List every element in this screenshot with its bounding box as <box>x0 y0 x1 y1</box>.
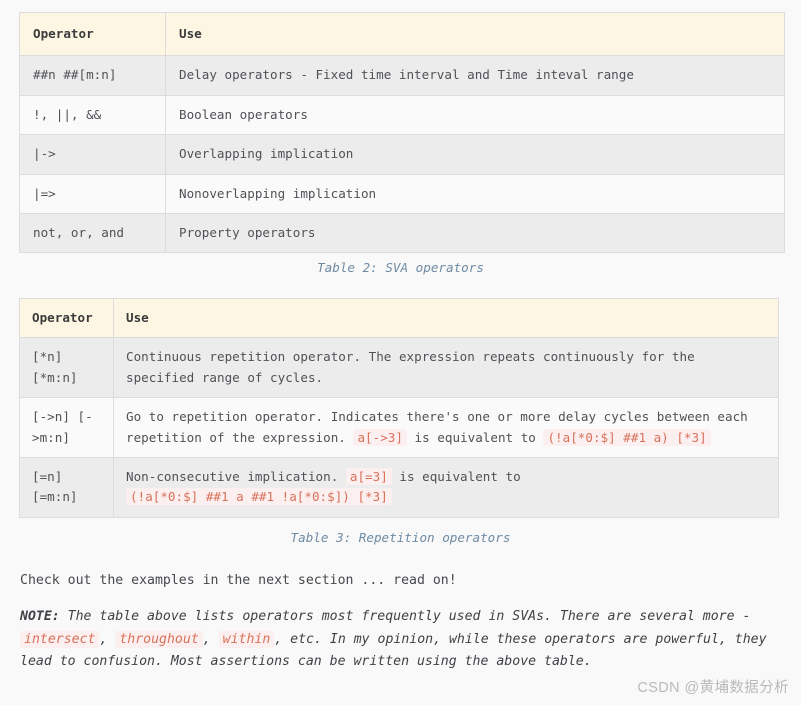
table-caption-sva-operators: Table 2: SVA operators <box>317 260 484 275</box>
table-sva-operators: Operator Use ##n ##[m:n] Delay operators… <box>19 11 785 254</box>
cell-use: Boolean operators <box>165 94 785 136</box>
table-header-row: Operator Use <box>19 11 785 57</box>
table-row: ##n ##[m:n] Delay operators - Fixed time… <box>19 55 785 96</box>
table-row: [=n] [=m:n] Non-consecutive implication.… <box>19 456 779 518</box>
inline-code: intersect <box>20 630 100 648</box>
csdn-watermark: CSDN @黄埔数据分析 <box>637 680 789 696</box>
table-row: not, or, and Property operators <box>19 212 785 254</box>
table-header: Operator Use <box>19 297 779 339</box>
inline-code: (!a[*0:$] ##1 a ##1 !a[*0:$]) [*3] <box>126 488 392 506</box>
table-row: [->n] [->m:n] Go to repetition operator.… <box>19 397 779 458</box>
cell-use: Nonoverlapping implication <box>165 173 785 214</box>
cell-operator: not, or, and <box>19 212 166 254</box>
table-caption-repetition-operators: Table 3: Repetition operators <box>290 530 511 545</box>
inline-code: (!a[*0:$] ##1 a) [*3] <box>543 428 711 446</box>
inline-code: within <box>218 630 275 648</box>
cell-use: Delay operators - Fixed time interval an… <box>165 55 785 96</box>
table-row: |-> Overlapping implication <box>19 134 785 175</box>
cell-operator: !, ||, && <box>19 94 166 136</box>
paragraph-check-out-examples: Check out the examples in the next secti… <box>20 573 457 588</box>
cell-use: Continuous repetition operator. The expr… <box>113 337 779 399</box>
table-header: Operator Use <box>19 11 785 57</box>
column-header-operator: Operator <box>19 11 166 57</box>
cell-operator: ##n ##[m:n] <box>19 55 166 96</box>
note-label: NOTE: <box>20 609 60 624</box>
table-row: |=> Nonoverlapping implication <box>19 173 785 214</box>
cell-operator: |=> <box>19 173 166 214</box>
inline-code: a[=3] <box>345 467 392 485</box>
note-body: The table above lists operators most fre… <box>20 609 767 670</box>
table-body: [*n] [*m:n] Continuous repetition operat… <box>19 337 779 518</box>
table-header-row: Operator Use <box>19 297 779 339</box>
table-row: !, ||, && Boolean operators <box>19 94 785 136</box>
column-header-use: Use <box>165 11 785 57</box>
table-body: ##n ##[m:n] Delay operators - Fixed time… <box>19 55 785 254</box>
cell-operator: [=n] [=m:n] <box>19 456 114 518</box>
cell-operator: |-> <box>19 134 166 175</box>
cell-use: Property operators <box>165 212 785 254</box>
column-header-operator: Operator <box>19 297 114 339</box>
paragraph-note: NOTE: The table above lists operators mo… <box>20 606 792 674</box>
cell-use: Go to repetition operator. Indicates the… <box>113 397 779 458</box>
inline-code: throughout <box>115 630 203 648</box>
table-row: [*n] [*m:n] Continuous repetition operat… <box>19 337 779 399</box>
cell-use: Non-consecutive implication. a[=3] is eq… <box>113 456 779 518</box>
cell-operator: [->n] [->m:n] <box>19 397 114 458</box>
table-repetition-operators: Operator Use [*n] [*m:n] Continuous repe… <box>19 297 779 518</box>
cell-operator: [*n] [*m:n] <box>19 337 114 399</box>
cell-use: Overlapping implication <box>165 134 785 175</box>
column-header-use: Use <box>113 297 779 339</box>
inline-code: a[->3] <box>353 428 407 446</box>
document-page: Operator Use ##n ##[m:n] Delay operators… <box>0 0 801 705</box>
